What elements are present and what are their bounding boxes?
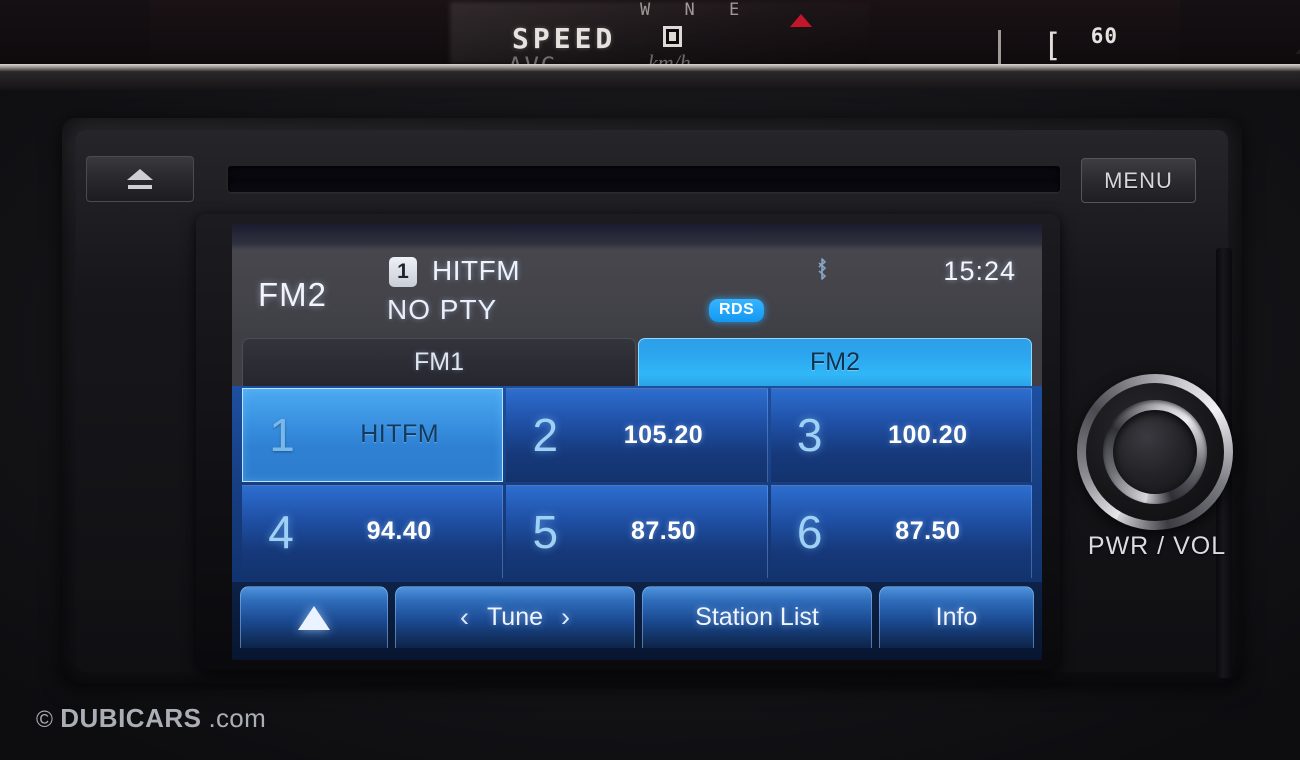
tune-button[interactable]: ‹ Tune › [395,586,635,648]
cd-slot[interactable] [228,166,1060,192]
preset-number: 2 [532,409,559,462]
band-tabs: FM1 FM2 [232,338,1042,386]
knob-center-cap[interactable] [1113,410,1197,494]
speed-label: SPEED [512,22,617,55]
chevron-right-icon[interactable]: › [561,602,570,633]
knob-label: PWR / VOL [1087,532,1227,560]
preset-value: HITFM [360,420,440,449]
screen-glare [232,224,1042,250]
preset-number: 6 [796,505,823,558]
gauge-bracket: [ [1042,26,1062,64]
info-button[interactable]: Info [879,586,1034,648]
watermark-tld: .com [208,703,267,733]
soft-button-bar: ‹ Tune › Station List Info [232,582,1042,660]
current-band-label: FM2 [258,276,327,313]
gauge-value: 60 [1090,24,1118,48]
eject-button[interactable] [86,156,194,202]
preset-number: 5 [532,505,559,558]
preset-grid: 1 HITFM 2 105.20 3 100.20 4 94.40 5 87.5… [232,386,1042,582]
chrome-trim-shadow [0,72,1300,90]
cluster-triangle-icon [1295,28,1300,54]
triangle-up-icon [298,605,330,630]
station-list-button[interactable]: Station List [642,586,872,648]
watermark-brand: DUBICARS [60,703,202,733]
preset-button-3[interactable]: 3 100.20 [770,388,1032,482]
preset-button-1[interactable]: 1 HITFM [242,388,504,482]
compass-arrow-icon [790,14,812,27]
speed-limit-icon [663,26,682,47]
tune-label: Tune [486,603,544,631]
chrome-trim [0,64,1300,72]
scroll-up-button[interactable] [240,586,388,648]
cluster-divider [998,30,1001,64]
compass-marks: W N E [640,0,752,20]
instrument-cluster: W N E SPEED AVG km/h ... [ 60 [0,0,1300,66]
menu-button[interactable]: MENU [1081,158,1196,203]
rds-badge: RDS [709,299,765,322]
chevron-left-icon[interactable]: ‹ [460,602,469,633]
watermark: © DUBICARS .com [36,703,266,734]
station-name: HITFM [432,255,521,286]
preset-number: 3 [796,409,823,462]
preset-button-2[interactable]: 2 105.20 [506,388,768,482]
preset-value: 105.20 [623,420,704,449]
preset-number: 1 [269,408,295,461]
tab-fm1[interactable]: FM1 [242,338,636,386]
current-preset-badge: 1 [389,257,417,287]
preset-value: 87.50 [895,517,961,546]
clock: 15:24 [943,256,1016,286]
preset-button-5[interactable]: 5 87.50 [506,484,768,578]
preset-button-6[interactable]: 6 87.50 [770,484,1032,578]
power-volume-knob[interactable] [1077,374,1233,530]
radio-header: FM2 1 HITFM NO PTY RDS 15:24 [232,246,1042,338]
preset-value: 87.50 [630,517,697,546]
dashboard-background: W N E SPEED AVG km/h ... [ 60 MENU FM2 1… [0,0,1300,760]
bluetooth-icon [818,258,826,280]
preset-value: 94.40 [366,517,432,546]
cluster-display: W N E SPEED AVG km/h ... [ 60 [150,0,1300,66]
tab-fm2[interactable]: FM2 [638,338,1032,386]
program-type-label: NO PTY [387,294,498,325]
infotainment-screen[interactable]: FM2 1 HITFM NO PTY RDS 15:24 FM1 FM2 1 H… [232,224,1042,660]
copyright-symbol: © [36,706,54,732]
preset-number: 4 [268,505,294,558]
eject-icon [127,169,153,189]
preset-value: 100.20 [888,420,968,449]
preset-button-4[interactable]: 4 94.40 [242,484,504,578]
